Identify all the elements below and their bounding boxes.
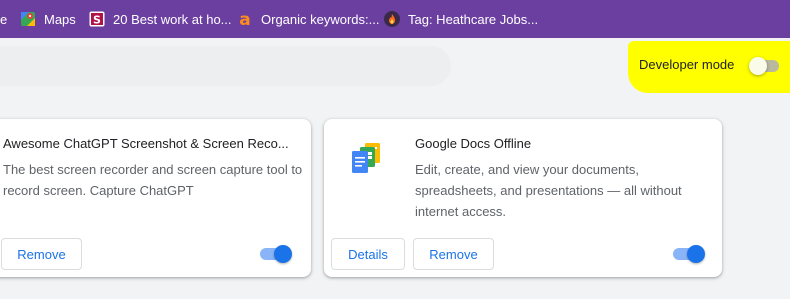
toggle-knob [274, 245, 292, 263]
toggle-knob [687, 245, 705, 263]
google-docs-icon [349, 141, 385, 177]
extension-card-chatgpt-screenshot: Awesome ChatGPT Screenshot & Screen Reco… [0, 119, 311, 277]
bookmark-partial[interactable]: e [0, 0, 7, 38]
extension-description: The best screen recorder and screen capt… [3, 162, 303, 198]
remove-button[interactable]: Remove [413, 238, 494, 270]
bookmark-organic-keywords[interactable]: a Organic keywords:... [237, 0, 380, 38]
bookmark-best-work[interactable]: S 20 Best work at ho... [89, 0, 232, 38]
bookmark-partial-label: e [0, 11, 8, 27]
bookmark-healthcare-jobs[interactable]: Tag: Heathcare Jobs... [384, 0, 538, 38]
bookmark-best-work-label: 20 Best work at ho... [113, 11, 232, 27]
search-extensions-input[interactable] [0, 46, 451, 86]
google-maps-icon [20, 11, 36, 27]
bookmark-healthcare-jobs-label: Tag: Heathcare Jobs... [408, 11, 539, 27]
details-button[interactable]: Details [331, 238, 405, 270]
developer-mode-toggle-knob [749, 57, 767, 75]
extension-card-google-docs-offline: Google Docs Offline Edit, create, and vi… [324, 119, 722, 277]
s-logo-icon: S [89, 11, 105, 27]
svg-text:S: S [93, 14, 101, 27]
bookmark-maps-label: Maps [44, 11, 76, 27]
extension-name: Awesome ChatGPT Screenshot & Screen Reco… [3, 136, 289, 151]
extension-name: Google Docs Offline [415, 136, 532, 151]
a-logo-icon: a [237, 10, 253, 30]
bookmark-organic-keywords-label: Organic keywords:... [261, 11, 380, 27]
bookmark-maps[interactable]: Maps [20, 0, 76, 38]
svg-text:a: a [239, 11, 250, 27]
bookmarks-bar: e Maps S 20 Best work at ho... a Organic… [0, 0, 790, 38]
developer-mode-label: Developer mode [639, 57, 735, 72]
remove-button[interactable]: Remove [1, 238, 82, 270]
extension-enable-toggle[interactable] [260, 245, 292, 263]
flame-logo-icon [384, 11, 400, 27]
extension-description: Edit, create, and view your documents, s… [415, 162, 682, 219]
extension-enable-toggle[interactable] [673, 245, 705, 263]
developer-mode-toggle[interactable] [749, 57, 779, 75]
